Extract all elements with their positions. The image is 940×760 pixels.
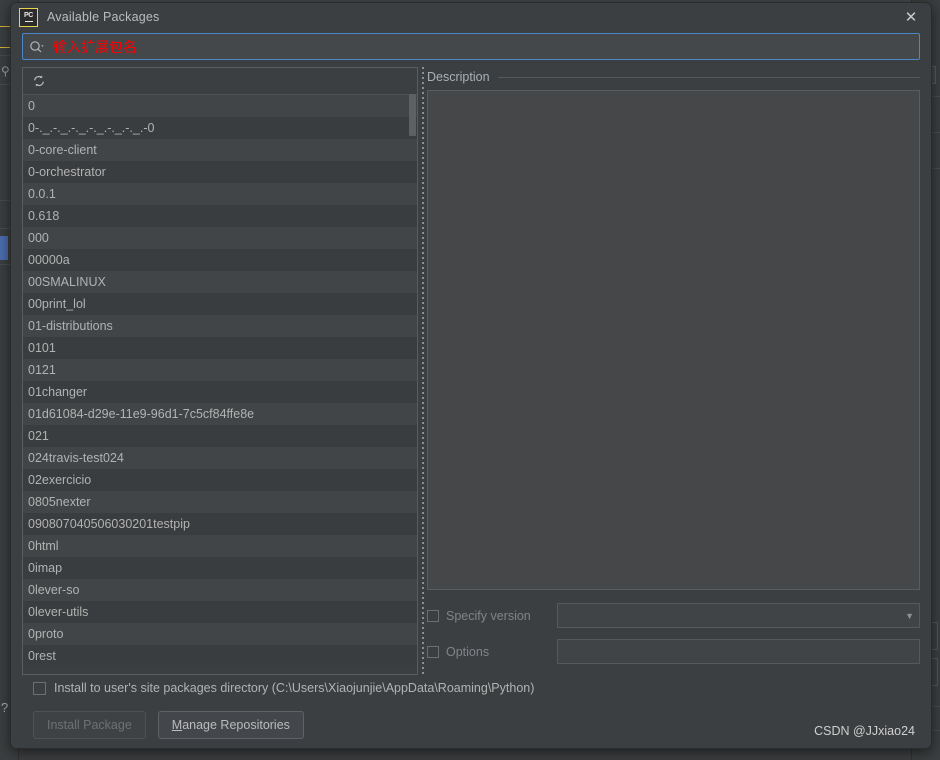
options-row: Options — [427, 639, 920, 664]
package-list-item[interactable]: 0805nexter — [23, 491, 417, 513]
package-list-item[interactable]: 00print_lol — [23, 293, 417, 315]
pycharm-logo-text: PC — [23, 12, 34, 19]
options-checkbox[interactable] — [427, 645, 439, 658]
close-icon[interactable]: ✕ — [901, 7, 921, 27]
options-label: Options — [446, 644, 490, 659]
package-list[interactable]: 0 0-._.-._.-._.-._.-._.-._.-0 0-core-clien… — [23, 95, 417, 674]
description-rule — [497, 76, 920, 78]
description-header: Description — [427, 67, 920, 87]
pycharm-logo-icon: PC — [19, 7, 38, 27]
package-list-item[interactable]: 0121 — [23, 359, 417, 381]
specify-version-label: Specify version — [446, 608, 531, 623]
package-list-item[interactable]: 0lever-utils — [23, 601, 417, 623]
install-to-user-label: Install to user's site packages director… — [54, 681, 535, 695]
package-list-item[interactable]: 02exercicio — [23, 469, 417, 491]
backdrop-selected-item-indicator — [0, 236, 8, 260]
package-list-panel: 0 0-._.-._.-._.-._.-._.-._.-0 0-core-clien… — [22, 67, 418, 675]
package-list-item[interactable]: 0 — [23, 95, 417, 117]
specify-version-row: Specify version ▼ — [427, 603, 920, 628]
package-list-item[interactable]: 090807040506030201testpip — [23, 513, 417, 535]
package-list-item[interactable]: 0rest — [23, 645, 417, 667]
search-input[interactable] — [47, 38, 913, 55]
package-list-item[interactable]: 0lever-so — [23, 579, 417, 601]
chevron-down-icon[interactable]: ▼ — [905, 611, 914, 621]
install-to-user-checkbox[interactable] — [33, 681, 46, 695]
package-list-item[interactable]: 0proto — [23, 623, 417, 645]
install-to-user-row[interactable]: Install to user's site packages director… — [33, 681, 534, 695]
watermark: CSDN @JJxiao24 — [814, 724, 915, 738]
options-input[interactable] — [557, 639, 920, 664]
description-title: Description — [427, 70, 490, 84]
search-field[interactable] — [22, 33, 920, 60]
pycharm-logo-bar — [24, 20, 33, 22]
available-packages-dialog: PC Available Packages ✕ 输入扩展包名 0 0-._.-.… — [10, 2, 932, 749]
option-rows: Specify version ▼ Options — [427, 603, 920, 675]
scrollbar-thumb[interactable] — [409, 94, 416, 136]
package-list-item[interactable]: 00SMALINUX — [23, 271, 417, 293]
specify-version-checkbox[interactable] — [427, 609, 439, 622]
package-list-item[interactable]: 0101 — [23, 337, 417, 359]
refresh-icon[interactable] — [29, 71, 49, 91]
package-list-item[interactable]: 0-._.-._.-._.-._.-._.-._.-0 — [23, 117, 417, 139]
panel-splitter[interactable] — [418, 67, 427, 675]
search-icon[interactable] — [29, 40, 47, 53]
package-list-item[interactable]: 0-orchestrator — [23, 161, 417, 183]
splitter-grip — [421, 67, 424, 675]
package-list-item[interactable]: 000 — [23, 227, 417, 249]
dialog-content: 0 0-._.-._.-._.-._.-._.-._.-0 0-core-clien… — [22, 67, 920, 675]
package-list-scrollbar[interactable] — [408, 94, 417, 674]
package-list-item[interactable]: 00000a — [23, 249, 417, 271]
manage-repositories-button[interactable]: Manage Repositories — [157, 711, 304, 739]
manage-repositories-label: anage Repositories — [182, 718, 290, 732]
dialog-title: Available Packages — [47, 10, 160, 24]
question-mark-icon[interactable]: ? — [1, 700, 8, 715]
description-panel: Description Specify version ▼ Options — [427, 67, 920, 675]
package-list-item[interactable]: 0.0.1 — [23, 183, 417, 205]
package-list-item[interactable]: 0.618 — [23, 205, 417, 227]
package-list-item[interactable]: 0html — [23, 535, 417, 557]
package-list-item[interactable]: 01d61084-d29e-11e9-96d1-7c5cf84ffe8e — [23, 403, 417, 425]
package-list-item[interactable]: 01changer — [23, 381, 417, 403]
package-list-item[interactable]: 0-core-client — [23, 139, 417, 161]
install-package-button[interactable]: Install Package — [33, 711, 146, 739]
dialog-titlebar: PC Available Packages ✕ — [11, 3, 931, 31]
package-list-toolbar — [23, 68, 417, 95]
description-body — [427, 90, 920, 590]
package-list-item[interactable]: 0imap — [23, 557, 417, 579]
package-list-item[interactable]: 024travis-test024 — [23, 447, 417, 469]
dialog-button-bar: Install Package Manage Repositories — [33, 711, 304, 739]
version-dropdown[interactable]: ▼ — [557, 603, 920, 628]
package-list-item[interactable]: 021 — [23, 425, 417, 447]
package-list-item[interactable]: 01-distributions — [23, 315, 417, 337]
manage-repositories-mnemonic: M — [171, 718, 183, 732]
